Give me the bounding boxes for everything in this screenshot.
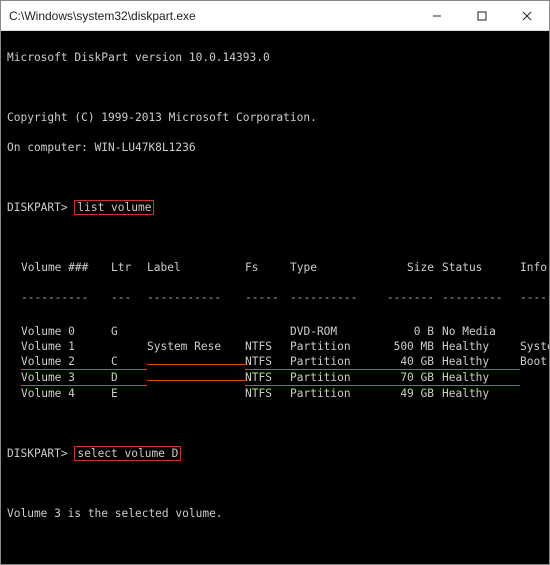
blank [7, 170, 543, 185]
col-fs: Fs [245, 260, 290, 275]
minimize-button[interactable] [414, 1, 459, 30]
table-header-row: Volume ###LtrLabelFsTypeSizeStatusInfo [7, 260, 543, 275]
col-label: Label [147, 260, 245, 275]
col-volume: Volume ### [21, 260, 111, 275]
blank [7, 476, 543, 491]
window-controls [414, 1, 549, 30]
col-type: Type [290, 260, 380, 275]
col-status: Status [442, 260, 520, 275]
prompt-prefix: DISKPART> [7, 447, 74, 460]
prompt-prefix: DISKPART> [7, 201, 74, 214]
blank [7, 416, 543, 431]
command-select-volume-d: select volume D [74, 446, 181, 461]
table-row: Volume 2CNTFSPartition40 GBHealthyBoot [7, 354, 543, 370]
blank [7, 80, 543, 95]
maximize-button[interactable] [459, 1, 504, 30]
close-icon [522, 11, 532, 21]
command-list-volume: list volume [74, 200, 154, 215]
maximize-icon [477, 11, 487, 21]
close-button[interactable] [504, 1, 549, 30]
blank [7, 536, 543, 551]
table-1-body: Volume 0GDVD-ROM0 BNo MediaVolume 1Syste… [7, 324, 543, 401]
table-row: Volume 4ENTFSPartition49 GBHealthy [7, 386, 543, 401]
titlebar[interactable]: C:\Windows\system32\diskpart.exe [1, 1, 549, 31]
table-row: Volume 3DNTFSPartition70 GBHealthy [7, 370, 543, 386]
app-window: C:\Windows\system32\diskpart.exe Microso… [0, 0, 550, 565]
terminal-output[interactable]: Microsoft DiskPart version 10.0.14393.0 … [1, 31, 549, 564]
table-divider: ----------------------------------------… [7, 290, 543, 309]
col-size: Size [380, 260, 442, 275]
copyright-line: Copyright (C) 1999-2013 Microsoft Corpor… [7, 110, 543, 125]
table-row: Volume 0GDVD-ROM0 BNo Media [7, 324, 543, 339]
prompt-line: DISKPART> select volume D [7, 446, 543, 461]
table-row: Volume 1System ReseNTFSPartition500 MBHe… [7, 339, 543, 354]
message-selected-3: Volume 3 is the selected volume. [7, 506, 543, 521]
version-line: Microsoft DiskPart version 10.0.14393.0 [7, 50, 543, 65]
col-ltr: Ltr [111, 260, 147, 275]
minimize-icon [432, 11, 442, 21]
prompt-line: DISKPART> list volume [7, 200, 543, 215]
computer-line: On computer: WIN-LU47K8L1236 [7, 140, 543, 155]
blank [7, 230, 543, 245]
window-title: C:\Windows\system32\diskpart.exe [1, 9, 414, 23]
col-info: Info [520, 260, 549, 275]
